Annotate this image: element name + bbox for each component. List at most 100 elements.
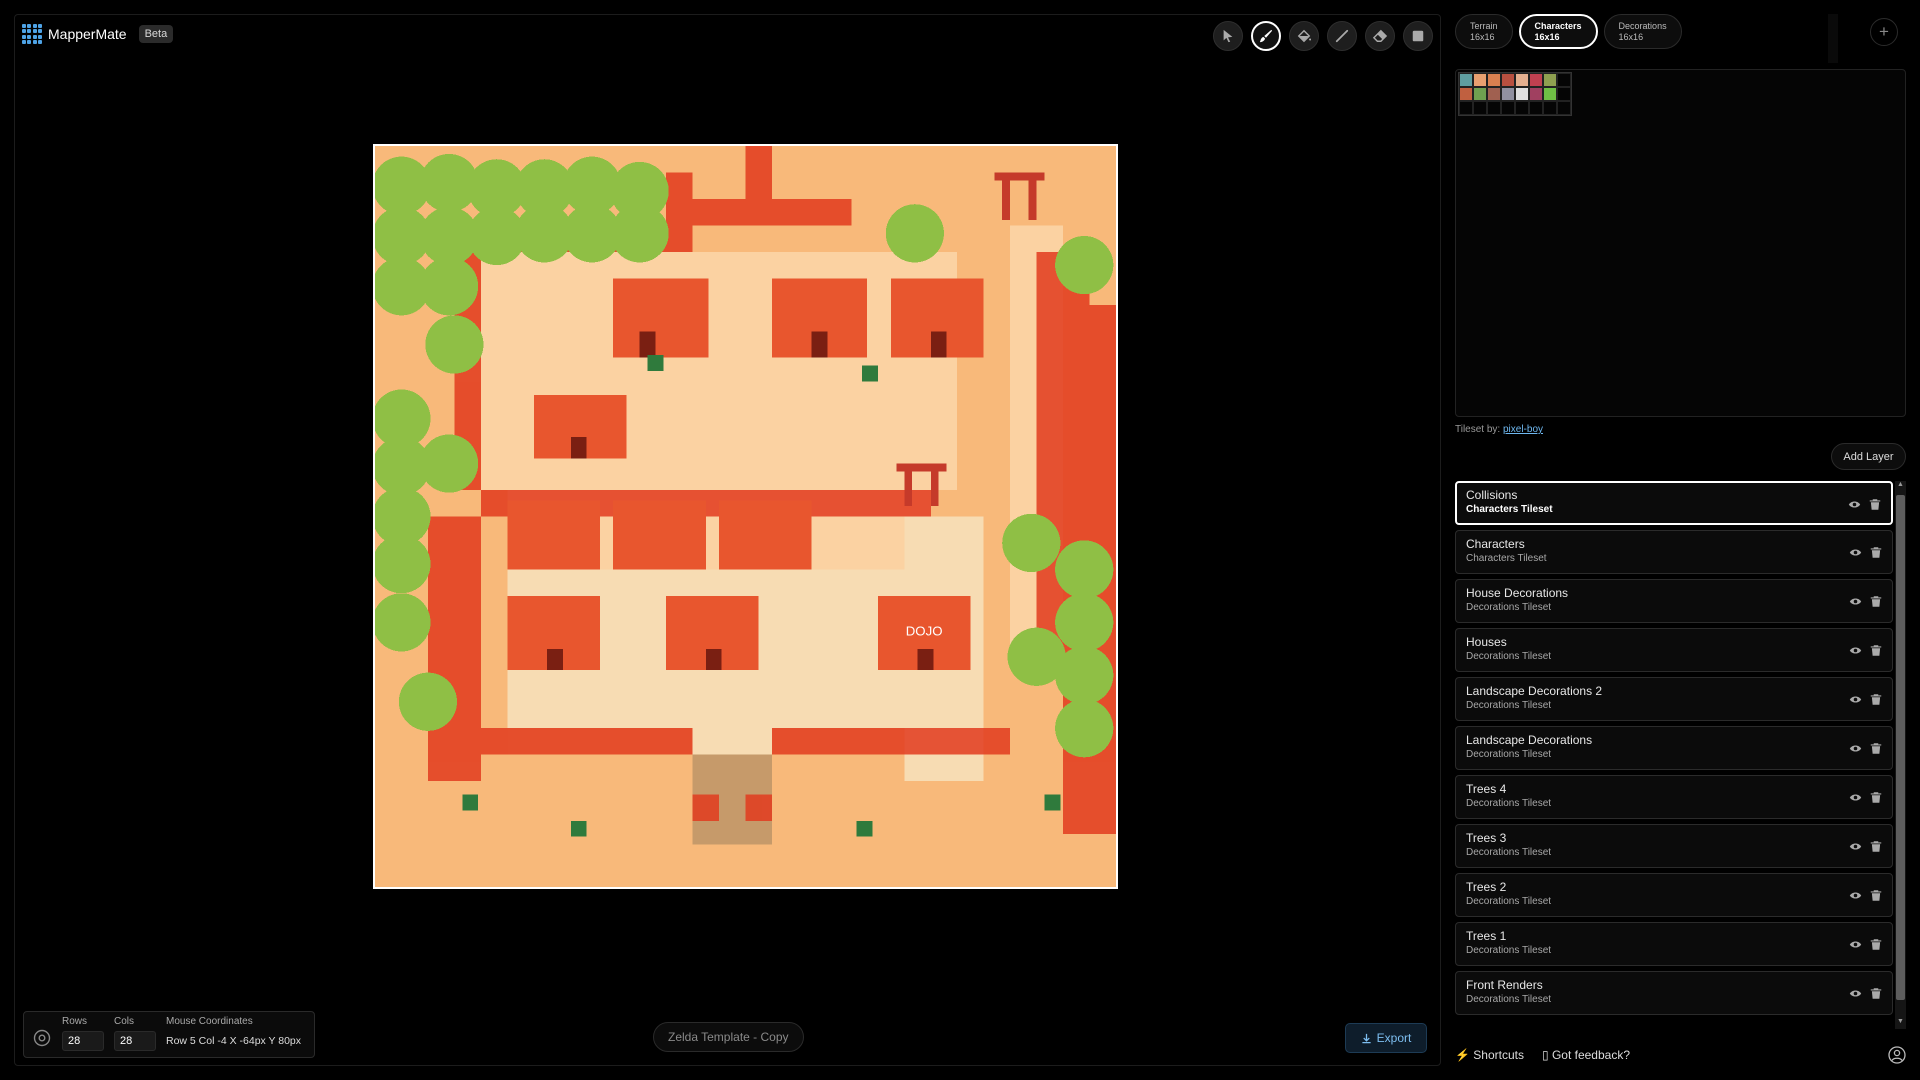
eye-icon[interactable]: [1849, 987, 1862, 1000]
tab-scroll-handle[interactable]: [1828, 14, 1838, 63]
rows-stat: Rows 28: [62, 1016, 104, 1051]
cols-input[interactable]: 28: [114, 1031, 156, 1051]
eye-icon[interactable]: [1849, 693, 1862, 706]
tileset-grid[interactable]: [1458, 72, 1572, 116]
layer-name: Collisions: [1466, 488, 1518, 502]
layer-tileset: Characters Tileset: [1466, 504, 1553, 515]
dojo-sign: DOJO: [906, 624, 943, 639]
add-tileset-button[interactable]: +: [1870, 18, 1898, 46]
tab-decorations[interactable]: Decorations 16x16: [1603, 14, 1682, 49]
layer-item-landscape-decorations-2[interactable]: Landscape Decorations 2 Decorations Tile…: [1455, 677, 1893, 721]
line-tool-button[interactable]: [1327, 21, 1357, 51]
tileset-credit: Tileset by: pixel-boy: [1455, 424, 1543, 435]
eye-icon[interactable]: [1849, 840, 1862, 853]
tab-terrain[interactable]: Terrain 16x16: [1455, 14, 1513, 49]
trash-icon[interactable]: [1870, 938, 1882, 951]
add-layer-button[interactable]: Add Layer: [1831, 443, 1906, 470]
sidebar-footer: ⚡ Shortcuts ▯ Got feedback?: [1455, 1044, 1906, 1066]
tab-characters[interactable]: Characters 16x16: [1518, 14, 1598, 49]
eye-icon[interactable]: [1849, 889, 1862, 902]
feedback-label: Got feedback?: [1551, 1048, 1631, 1062]
layer-name: Houses: [1466, 635, 1507, 649]
map-canvas[interactable]: DOJO: [373, 144, 1118, 889]
brand: MapperMate Beta: [22, 24, 174, 44]
scrollbar-thumb[interactable]: [1896, 495, 1905, 1000]
sidebar: Terrain 16x16 Characters 16x16 Decoratio…: [1455, 14, 1906, 1066]
export-label: Export: [1376, 1031, 1412, 1045]
select-tool-button[interactable]: [1213, 21, 1243, 51]
trash-icon[interactable]: [1870, 595, 1882, 608]
line-icon: [1335, 29, 1349, 43]
layer-item-trees-2[interactable]: Trees 2 Decorations Tileset: [1455, 873, 1893, 917]
cols-label: Cols: [114, 1016, 135, 1027]
layer-name: Front Renders: [1466, 978, 1543, 992]
download-icon: [1362, 1033, 1371, 1043]
tab-characters-size: 16x16: [1534, 31, 1560, 42]
eye-icon[interactable]: [1848, 498, 1861, 511]
layer-item-house-decorations[interactable]: House Decorations Decorations Tileset: [1455, 579, 1893, 623]
mouse-coordinates-value: Row 5 Col -4 X -64px Y 80px: [166, 1035, 302, 1047]
layer-item-characters[interactable]: Characters Characters Tileset: [1455, 530, 1893, 574]
trash-icon[interactable]: [1870, 742, 1882, 755]
eye-icon[interactable]: [1849, 644, 1862, 657]
brush-tool-button[interactable]: [1251, 21, 1281, 51]
credit-prefix: Tileset by:: [1455, 424, 1501, 435]
scroll-up-icon[interactable]: ▲: [1895, 481, 1906, 492]
tab-decorations-size: 16x16: [1618, 31, 1644, 42]
gear-icon[interactable]: [32, 1028, 52, 1048]
trash-icon[interactable]: [1870, 987, 1882, 1000]
layer-name: Characters: [1466, 537, 1525, 551]
layer-scrollbar[interactable]: ▲ ▼: [1895, 481, 1906, 1029]
layer-item-trees-4[interactable]: Trees 4 Decorations Tileset: [1455, 775, 1893, 819]
trash-icon[interactable]: [1870, 693, 1882, 706]
app-logo-icon: [22, 24, 42, 44]
layer-item-landscape-decorations[interactable]: Landscape Decorations Decorations Tilese…: [1455, 726, 1893, 770]
layer-tileset: Decorations Tileset: [1466, 945, 1552, 956]
eye-icon[interactable]: [1849, 595, 1862, 608]
trash-icon[interactable]: [1870, 889, 1882, 902]
layer-item-collisions[interactable]: Collisions Characters Tileset: [1455, 481, 1893, 525]
credit-author-link[interactable]: pixel-boy: [1503, 424, 1543, 435]
beta-badge: Beta: [138, 25, 174, 43]
layer-tileset: Characters Tileset: [1466, 553, 1547, 564]
tab-terrain-size: 16x16: [1470, 31, 1495, 42]
trash-icon[interactable]: [1869, 498, 1881, 511]
export-button[interactable]: Export: [1345, 1023, 1427, 1053]
rectangle-tool-button[interactable]: [1403, 21, 1433, 51]
trash-icon[interactable]: [1870, 791, 1882, 804]
tileset-preview[interactable]: [1455, 69, 1906, 417]
trash-icon[interactable]: [1870, 546, 1882, 559]
shortcuts-link[interactable]: ⚡ Shortcuts: [1455, 1048, 1524, 1062]
scroll-down-icon[interactable]: ▼: [1895, 1018, 1906, 1029]
layer-item-houses[interactable]: Houses Decorations Tileset: [1455, 628, 1893, 672]
layer-name: Trees 1: [1466, 929, 1507, 943]
tile-map[interactable]: DOJO: [375, 146, 1116, 887]
layer-item-front-renders[interactable]: Front Renders Decorations Tileset: [1455, 971, 1893, 1015]
tab-terrain-label: Terrain: [1470, 20, 1498, 31]
eraser-tool-button[interactable]: [1365, 21, 1395, 51]
layer-name: Landscape Decorations: [1466, 733, 1593, 747]
layer-item-trees-3[interactable]: Trees 3 Decorations Tileset: [1455, 824, 1893, 868]
eye-icon[interactable]: [1849, 742, 1862, 755]
mouse-coordinates-label: Mouse Coordinates: [166, 1016, 253, 1027]
layer-tileset: Decorations Tileset: [1466, 749, 1552, 760]
layer-tileset: Decorations Tileset: [1466, 651, 1552, 662]
cursor-icon: [1223, 29, 1233, 43]
rows-input[interactable]: 28: [62, 1031, 104, 1051]
mouse-coordinates: Mouse Coordinates Row 5 Col -4 X -64px Y…: [166, 1016, 301, 1051]
layer-item-trees-1[interactable]: Trees 1 Decorations Tileset: [1455, 922, 1893, 966]
map-name-field[interactable]: Zelda Template - Copy: [653, 1022, 804, 1052]
trash-icon[interactable]: [1870, 644, 1882, 657]
fill-tool-button[interactable]: [1289, 21, 1319, 51]
tab-decorations-label: Decorations: [1618, 20, 1667, 31]
eye-icon[interactable]: [1849, 938, 1862, 951]
tool-bar: [1213, 21, 1433, 51]
app-name: MapperMate: [48, 26, 127, 42]
paint-bucket-icon: [1297, 29, 1311, 43]
app-root: MapperMate Beta Rows 28 Cols 28 Mouse Co…: [0, 0, 1920, 1080]
eye-icon[interactable]: [1849, 791, 1862, 804]
eye-icon[interactable]: [1849, 546, 1862, 559]
trash-icon[interactable]: [1870, 840, 1882, 853]
feedback-link[interactable]: ▯ Got feedback?: [1542, 1048, 1630, 1062]
user-icon[interactable]: [1888, 1046, 1906, 1064]
